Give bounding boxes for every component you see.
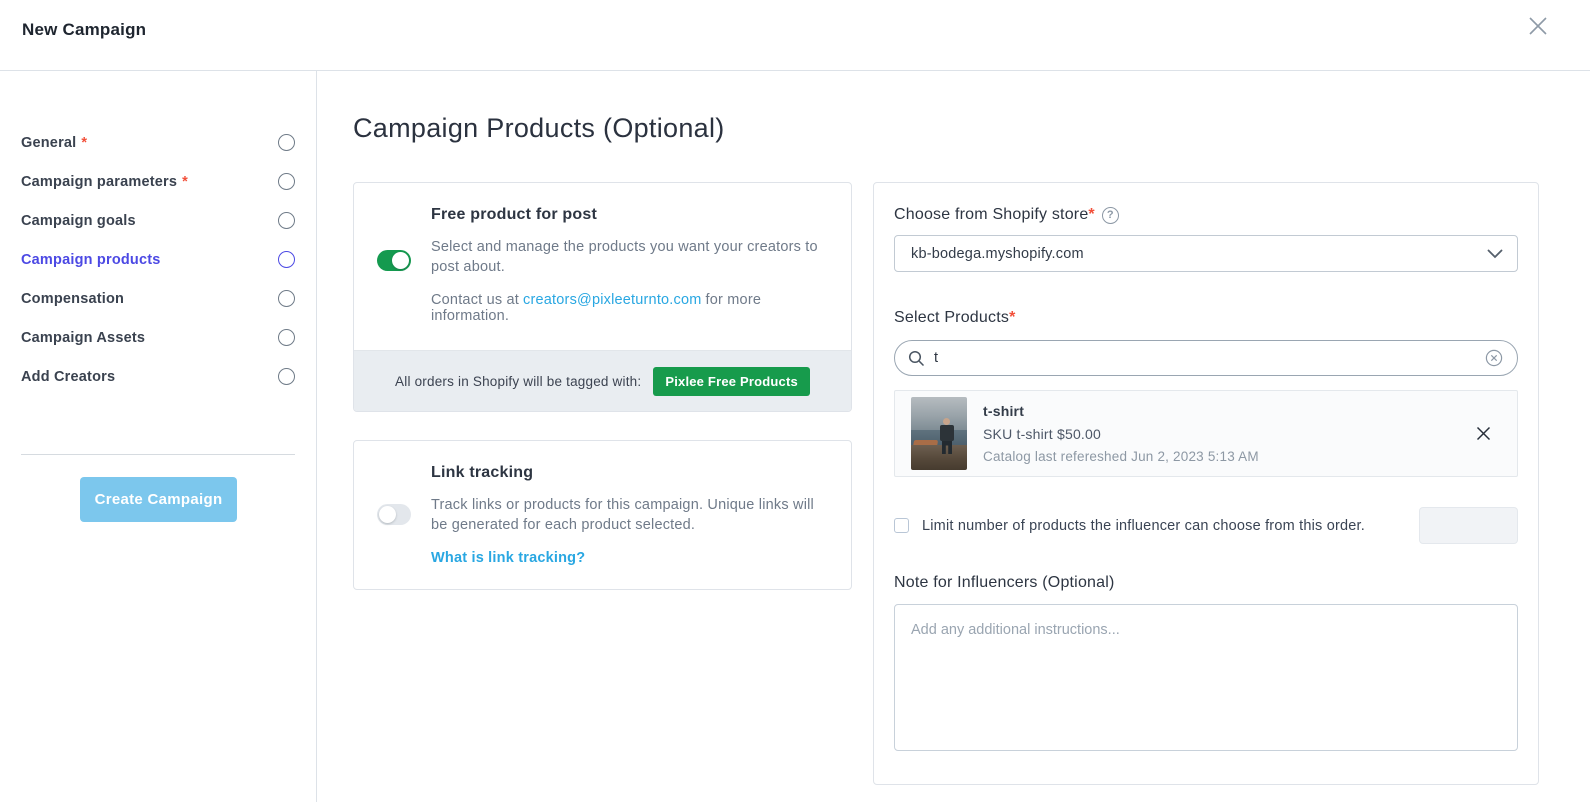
modal-title: New Campaign [22,18,146,40]
link-tracking-title: Link tracking [431,464,827,482]
note-for-influencers-label: Note for Influencers (Optional) [894,574,1518,592]
store-label-text: Choose from Shopify store [894,206,1088,224]
link-tracking-card: Link tracking Track links or products fo… [353,440,852,590]
sidebar-item-campaign-assets[interactable]: Campaign Assets [21,318,295,357]
step-circle [278,290,295,307]
toggle-knob [379,506,396,523]
sidebar-item-label: Campaign Assets [21,330,145,346]
required-asterisk: * [182,174,188,190]
step-circle [278,329,295,346]
required-asterisk: * [81,135,87,151]
contact-email-link[interactable]: creators@pixleeturnto.com [523,292,701,308]
search-icon [908,350,925,367]
shopify-tag-footer: All orders in Shopify will be tagged wit… [354,350,851,411]
remove-x-icon [1476,426,1491,441]
product-search [894,340,1518,376]
close-button[interactable] [1526,14,1550,41]
page-title: Campaign Products (Optional) [353,113,1590,144]
sidebar-item-campaign-products[interactable]: Campaign products [21,240,295,279]
link-tracking-toggle[interactable] [377,504,411,525]
sidebar-item-label: Compensation [21,291,124,307]
store-select-value: kb-bodega.myshopify.com [911,246,1487,262]
help-icon[interactable]: ? [1102,207,1119,224]
limit-products-checkbox[interactable] [894,518,909,533]
tag-footer-label: All orders in Shopify will be tagged wit… [395,374,641,389]
pixlee-free-products-badge: Pixlee Free Products [653,367,810,396]
sidebar-item-label: Add Creators [21,369,115,385]
sidebar-divider [21,454,295,455]
clear-search-button[interactable] [1485,349,1503,367]
required-asterisk: * [1009,309,1015,327]
product-sku: SKU t-shirt $50.00 [983,426,1259,442]
limit-products-label: Limit number of products the influencer … [922,518,1365,534]
sidebar-item-add-creators[interactable]: Add Creators [21,357,295,396]
close-icon [1526,14,1550,38]
limit-products-row: Limit number of products the influencer … [894,507,1518,544]
select-products-label-text: Select Products [894,309,1009,327]
product-thumbnail [911,397,967,470]
what-is-link-tracking-link[interactable]: What is link tracking? [431,550,585,566]
step-circle [278,251,295,268]
new-campaign-modal: New Campaign General * Campaign parameter… [0,0,1590,802]
required-asterisk: * [1088,206,1094,224]
free-product-description: Select and manage the products you want … [431,237,827,277]
sidebar-item-label: General [21,135,76,151]
step-circle [278,212,295,229]
product-result-row: t-shirt SKU t-shirt $50.00 Catalog last … [894,390,1518,477]
clear-circle-icon [1485,349,1503,367]
step-circle [278,173,295,190]
modal-header: New Campaign [0,0,1590,71]
create-campaign-button[interactable]: Create Campaign [80,477,237,522]
chevron-down-icon [1487,249,1503,259]
note-label-text: Note for Influencers (Optional) [894,574,1115,592]
main-content: Campaign Products (Optional) Free produc… [317,71,1590,802]
product-catalog-refreshed: Catalog last refereshed Jun 2, 2023 5:13… [983,449,1259,464]
step-circle [278,368,295,385]
steps-sidebar: General * Campaign parameters * Campaign g… [0,71,317,802]
influencer-note-textarea[interactable] [894,604,1518,751]
contact-prefix: Contact us at [431,292,519,308]
sidebar-item-label: Campaign products [21,252,161,268]
link-tracking-description: Track links or products for this campaig… [431,495,827,535]
select-products-label: Select Products* [894,309,1518,327]
contact-line: Contact us atcreators@pixleeturnto.comfo… [431,292,827,324]
sidebar-item-label: Campaign goals [21,213,136,229]
store-field-label: Choose from Shopify store* ? [894,206,1518,224]
remove-product-button[interactable] [1476,426,1491,441]
sidebar-item-label: Campaign parameters [21,174,177,190]
limit-count-input[interactable] [1419,507,1518,544]
free-product-title: Free product for post [431,206,827,224]
store-select[interactable]: kb-bodega.myshopify.com [894,235,1518,272]
step-circle [278,134,295,151]
toggle-knob [392,252,409,269]
free-product-toggle[interactable] [377,250,411,271]
product-search-input[interactable] [934,350,1485,366]
sidebar-item-campaign-goals[interactable]: Campaign goals [21,201,295,240]
sidebar-item-compensation[interactable]: Compensation [21,279,295,318]
shopify-products-card: Choose from Shopify store* ? kb-bodega.m… [873,182,1539,785]
sidebar-item-campaign-parameters[interactable]: Campaign parameters * [21,162,295,201]
sidebar-item-general[interactable]: General * [21,123,295,162]
free-product-card: Free product for post Select and manage … [353,182,852,412]
product-name: t-shirt [983,403,1259,419]
